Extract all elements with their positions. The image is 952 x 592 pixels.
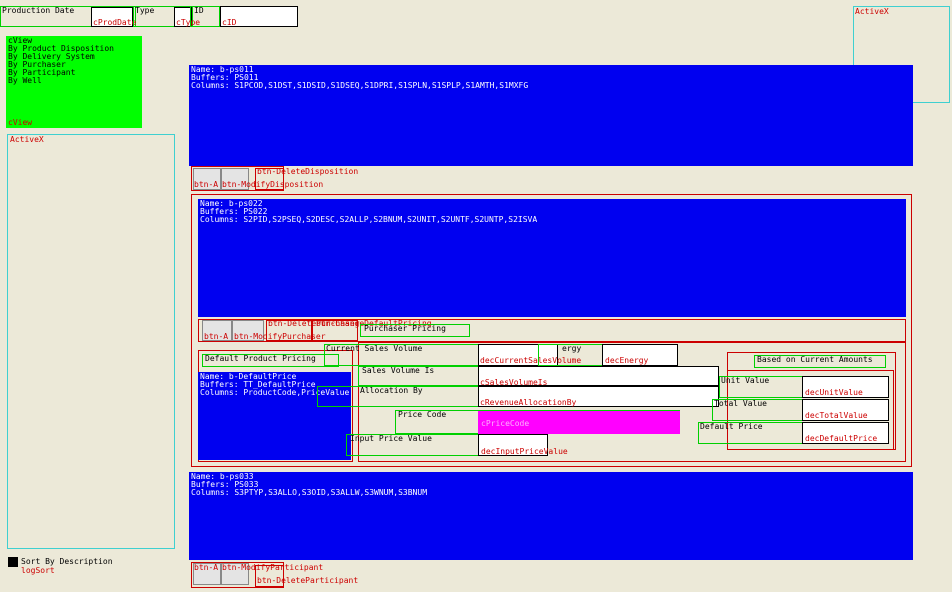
default-product-pricing-label: Default Product Pricing (205, 354, 316, 363)
id-label: ID (194, 6, 204, 15)
cprod-date-name: cProdDate (93, 18, 137, 27)
dec-input-price-value-name: decInputPriceValue (481, 447, 568, 456)
browse-ps011-name: Name: b-ps011 (191, 65, 254, 74)
c-price-code-name: cPriceCode (481, 419, 530, 428)
view-item-well[interactable]: By Well (8, 77, 140, 85)
price-code-label: Price Code (398, 410, 447, 419)
log-sort-name: logSort (21, 566, 55, 575)
dec-total-value-name: decTotalValue (805, 411, 868, 420)
sort-by-description-checkbox[interactable] (8, 557, 18, 567)
activex-right-label: ActiveX (855, 7, 889, 16)
delete-disposition-button-label: btn-DeleteDisposition (257, 167, 359, 176)
add-disposition-button-label: btn-A (194, 180, 219, 189)
sort-by-description-label: Sort By Description (21, 557, 113, 566)
browse-ps033-name: Name: b-ps033 (191, 472, 254, 481)
view-selection-list[interactable]: cView By Product Disposition By Delivery… (6, 36, 142, 128)
browse-ps022-columns: Columns: S2PID,S2PSEQ,S2DESC,S2ALLP,S2BN… (200, 215, 538, 224)
dec-energy-name: decEnergy (605, 356, 649, 365)
default-price-label: Default Price (700, 422, 763, 431)
input-price-value-label: Input Price Value (350, 434, 432, 443)
delete-participant-button-label: btn-DeleteParticipant (257, 576, 359, 585)
dec-default-price-name: decDefaultPrice (805, 434, 878, 443)
energy-label: ergy (562, 344, 582, 353)
current-sales-volume-label: Current Sales Volume (326, 344, 423, 353)
browse-ps022[interactable]: Name: b-ps022 Buffers: PS022 Columns: S2… (198, 199, 906, 317)
browse-ps011-columns: Columns: S1PCOD,S1DST,S1DSID,S1DSEQ,S1DP… (191, 81, 529, 90)
activex-left-frame[interactable] (7, 134, 175, 549)
c-revenue-allocation-by-name: cRevenueAllocationBy (480, 398, 577, 407)
browse-ps011[interactable]: Name: b-ps011 Buffers: PS011 Columns: S1… (189, 65, 913, 166)
cid-name: cID (222, 18, 237, 27)
sales-volume-is-label: Sales Volume Is (362, 366, 435, 375)
dec-unit-value-name: decUnitValue (805, 388, 863, 397)
production-date-label: Production Date (2, 6, 75, 15)
modify-participant-button-label: btn-ModifyParticipant (222, 563, 324, 572)
add-participant-button-label: btn-A (194, 563, 219, 572)
modify-disposition-button-label: btn-ModifyDisposition (222, 180, 324, 189)
type-label: Type (135, 6, 155, 15)
modify-purchaser-button-label: btn-ModifyPurchaser (234, 332, 326, 341)
total-value-label: Total Value (714, 399, 767, 408)
browse-ps033-columns: Columns: S3PTYP,S3ALLO,S3OID,S3ALLW,S3WN… (191, 488, 428, 497)
purchaser-pricing-label: Purchaser Pricing (364, 324, 446, 333)
add-purchaser-button-label: btn-A (204, 332, 229, 341)
unit-value-label: Unit Value (721, 376, 770, 385)
view-list-footer-name: cView (8, 118, 33, 127)
activex-left-label: ActiveX (10, 135, 44, 144)
browse-ps033[interactable]: Name: b-ps033 Buffers: PS033 Columns: S3… (189, 472, 913, 560)
browse-ps022-name: Name: b-ps022 (200, 199, 263, 208)
allocation-by-label: Allocation By (360, 386, 423, 395)
based-on-current-amounts-label: Based on Current Amounts (757, 355, 873, 364)
